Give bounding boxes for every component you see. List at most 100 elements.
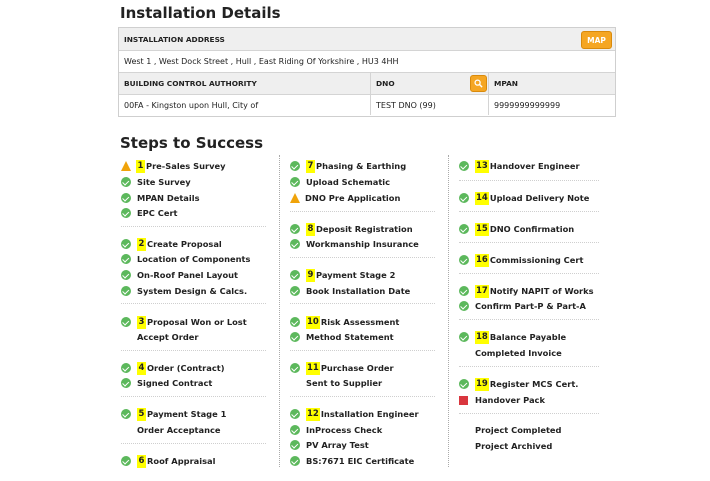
step-number-badge: 12 (306, 407, 320, 421)
section-separator (459, 319, 599, 320)
step-item[interactable]: 16 Commissioning Cert (459, 253, 583, 267)
step-item[interactable]: 14 Upload Delivery Note (459, 191, 589, 205)
address-value: West 1 , West Dock Street , Hull , East … (124, 57, 399, 66)
step-item[interactable]: 3 Proposal Won or Lost (121, 315, 247, 329)
step-label: BS:7671 EIC Certificate (306, 456, 415, 466)
step-label: On-Roof Panel Layout (137, 270, 239, 280)
step-item[interactable]: 12 Installation Engineer (290, 407, 419, 421)
step-item[interactable]: Location of Components (121, 252, 250, 266)
check-icon (290, 425, 300, 435)
step-item[interactable]: System Design & Calcs. (121, 284, 247, 298)
step-item[interactable]: Signed Contract (121, 376, 212, 390)
section-separator (290, 350, 435, 351)
step-item[interactable]: DNO Pre Application (290, 191, 400, 205)
check-icon (121, 363, 131, 373)
step-item[interactable]: Method Statement (290, 330, 394, 344)
step-label: PV Array Test (306, 440, 369, 450)
step-number-badge: 6 (137, 454, 146, 468)
address-header-row: INSTALLATION ADDRESS MAP (119, 28, 615, 51)
step-item[interactable]: 5 Payment Stage 1 (121, 407, 226, 421)
step-item[interactable]: Confirm Part-P & Part-A (459, 299, 586, 313)
step-item[interactable]: Handover Pack (459, 393, 545, 407)
step-item[interactable]: 18 Balance Payable (459, 330, 566, 344)
check-icon (459, 286, 469, 296)
step-item[interactable]: 4 Order (Contract) (121, 361, 225, 375)
step-item[interactable]: Sent to Supplier (290, 376, 382, 390)
search-icon (474, 79, 483, 88)
section-separator (459, 242, 599, 243)
installation-table: INSTALLATION ADDRESS MAP West 1 , West D… (118, 27, 616, 117)
map-button[interactable]: MAP (581, 31, 612, 49)
dno-search-button[interactable] (470, 75, 487, 92)
column-divider (279, 155, 280, 467)
step-label: Balance Payable (489, 332, 567, 342)
bca-label: BUILDING CONTROL AUTHORITY (124, 79, 257, 88)
step-label: Order Acceptance (137, 425, 221, 435)
step-label: Proposal Won or Lost (147, 317, 247, 327)
step-number-badge: 13 (475, 159, 489, 173)
step-item[interactable]: 13 Handover Engineer (459, 159, 580, 173)
step-number-badge: 7 (306, 159, 315, 173)
step-number-badge: 4 (137, 361, 146, 375)
step-number-badge: 17 (475, 284, 489, 298)
step-item[interactable]: Order Acceptance (121, 423, 221, 437)
step-item[interactable]: PV Array Test (290, 438, 369, 452)
check-icon (459, 332, 469, 342)
step-item[interactable]: 8 Deposit Registration (290, 222, 413, 236)
step-item[interactable]: 15 DNO Confirmation (459, 222, 574, 236)
check-icon (290, 270, 300, 280)
step-item[interactable]: 19 Register MCS Cert. (459, 377, 578, 391)
step-item[interactable]: Workmanship Insurance (290, 237, 419, 251)
mpan-value: 9999999999999 (488, 95, 615, 115)
check-icon (290, 239, 300, 249)
step-item[interactable]: BS:7671 EIC Certificate (290, 454, 414, 468)
step-label: Pre-Sales Survey (146, 161, 226, 171)
installation-details-title: Installation Details (120, 4, 281, 22)
step-label: Risk Assessment (320, 317, 400, 327)
step-item[interactable]: MPAN Details (121, 191, 200, 205)
step-label: Purchase Order (320, 363, 394, 373)
step-item[interactable]: 11 Purchase Order (290, 361, 394, 375)
step-label: Roof Appraisal (147, 456, 216, 466)
step-item[interactable]: On-Roof Panel Layout (121, 268, 238, 282)
step-item[interactable]: InProcess Check (290, 423, 382, 437)
step-item[interactable]: 17 Notify NAPIT of Works (459, 284, 594, 298)
step-item[interactable]: 9 Payment Stage 2 (290, 268, 395, 282)
step-item[interactable]: Completed Invoice (459, 346, 562, 360)
step-number-badge: 9 (306, 268, 315, 282)
step-item[interactable]: Book Installation Date (290, 284, 410, 298)
step-label: Location of Components (137, 254, 251, 264)
step-item[interactable]: Accept Order (121, 330, 198, 344)
step-label: Completed Invoice (475, 348, 562, 358)
step-number-badge: 1 (136, 159, 145, 173)
step-label: DNO Confirmation (489, 224, 575, 234)
check-icon (121, 177, 131, 187)
step-label: Workmanship Insurance (306, 239, 419, 249)
step-item[interactable]: Project Completed (459, 423, 562, 437)
step-item[interactable]: EPC Cert (121, 206, 178, 220)
step-item[interactable]: Project Archived (459, 439, 552, 453)
step-number-badge: 16 (475, 253, 489, 267)
column-divider (448, 155, 449, 467)
section-separator (290, 257, 435, 258)
check-icon (121, 208, 131, 218)
step-number-badge: 5 (137, 407, 146, 421)
step-item[interactable]: 10 Risk Assessment (290, 315, 399, 329)
dno-value: TEST DNO (99) (370, 95, 488, 115)
address-label: INSTALLATION ADDRESS (124, 34, 225, 44)
check-icon (459, 379, 469, 389)
bca-value: 00FA - Kingston upon Hull, City of (124, 100, 259, 110)
step-item[interactable]: Site Survey (121, 175, 191, 189)
step-label: Method Statement (306, 332, 394, 342)
check-icon (459, 161, 469, 171)
step-item[interactable]: 1 Pre-Sales Survey (121, 159, 226, 173)
step-item[interactable]: 7 Phasing & Earthing (290, 159, 406, 173)
mpan-label: MPAN (488, 73, 615, 94)
blank-icon (459, 348, 469, 358)
step-item[interactable]: 2 Create Proposal (121, 237, 222, 251)
section-separator (459, 413, 599, 414)
steps-title: Steps to Success (120, 134, 264, 152)
step-item[interactable]: 6 Roof Appraisal (121, 454, 216, 468)
step-item[interactable]: Upload Schematic (290, 175, 390, 189)
step-number-badge: 11 (306, 361, 320, 375)
